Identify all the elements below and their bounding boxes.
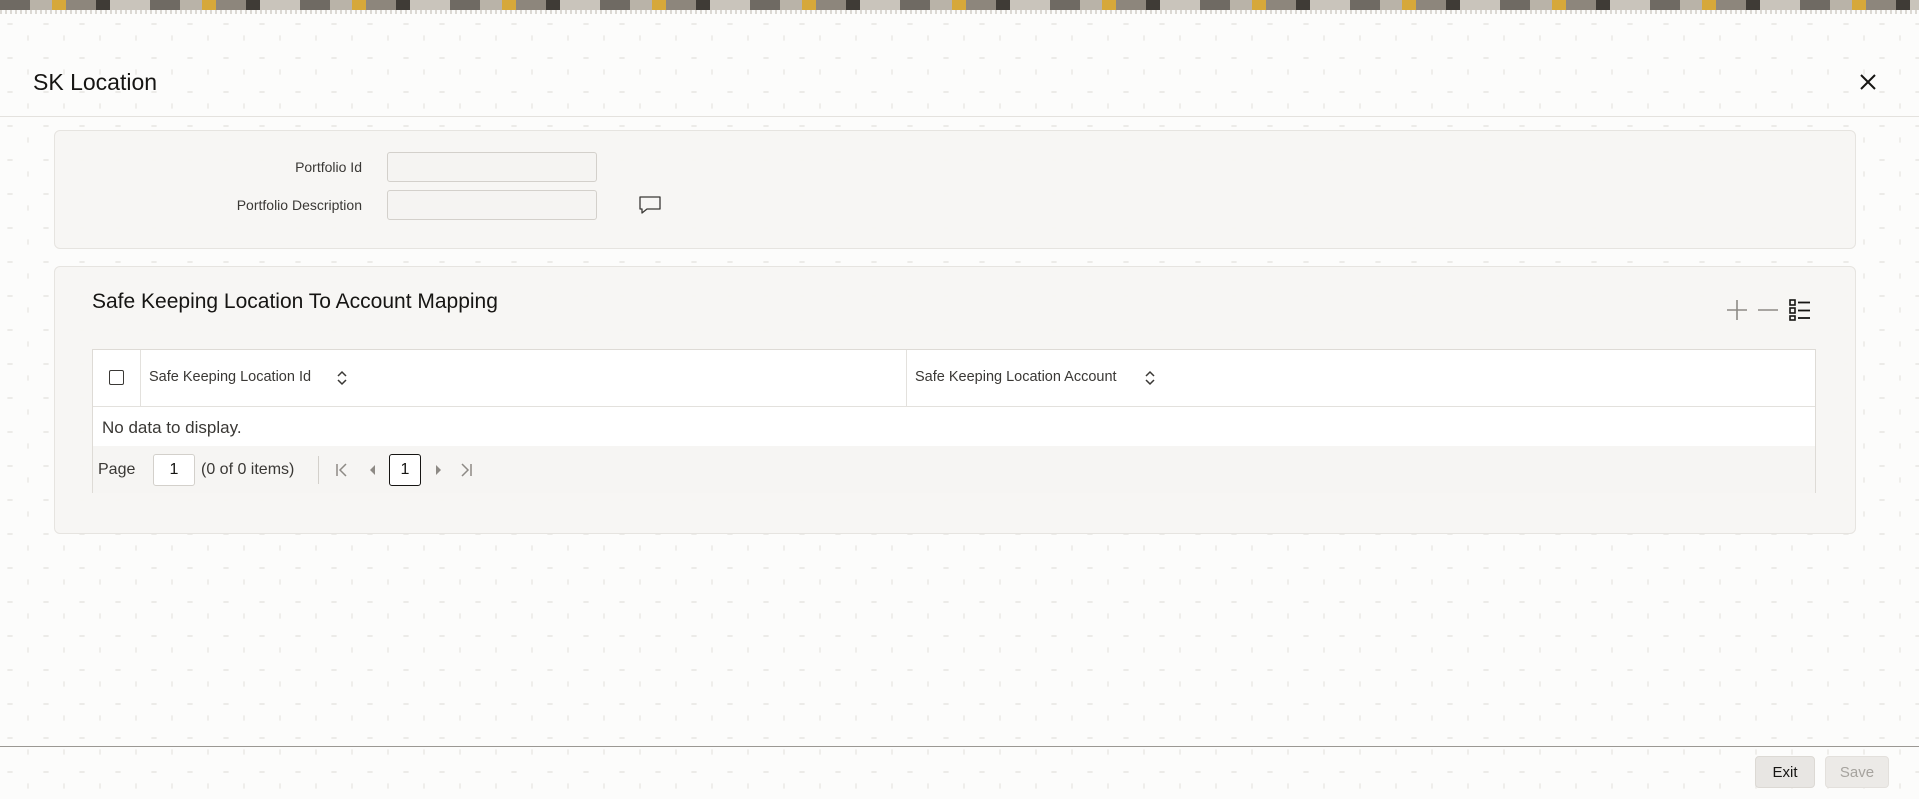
mapping-section-title: Safe Keeping Location To Account Mapping [92,290,498,313]
delete-row-button[interactable] [1755,297,1781,323]
top-banner [0,0,1919,14]
next-page-button[interactable] [430,460,448,480]
close-icon [1860,74,1876,90]
first-page-icon [336,463,347,477]
minus-icon [1758,309,1778,311]
column-header-location-account[interactable]: Safe Keeping Location Account [915,369,1117,385]
column-header-location-id[interactable]: Safe Keeping Location Id [149,369,311,385]
save-button[interactable]: Save [1825,756,1889,788]
next-page-icon [436,465,441,475]
last-page-button[interactable] [457,460,475,480]
portfolio-description-label: Portfolio Description [236,197,362,213]
select-all-checkbox[interactable] [109,370,124,385]
page-label: Page [98,461,136,478]
table-header: Safe Keeping Location Id Safe Keeping Lo… [93,350,1815,407]
page-number-input[interactable] [153,454,195,486]
title-separator [0,116,1919,117]
empty-table-message: No data to display. [102,418,242,437]
last-page-icon [461,463,472,477]
column-divider [140,350,141,406]
pagination-bar: Page (0 of 0 items) 1 [93,446,1815,493]
list-icon [1789,299,1810,321]
sort-icon[interactable] [1144,369,1156,387]
portfolio-panel [54,130,1856,249]
previous-page-button[interactable] [363,460,381,480]
portfolio-description-input[interactable] [387,190,597,220]
footer-separator [0,746,1919,747]
current-page-indicator[interactable]: 1 [389,454,421,486]
plus-icon [1727,300,1747,320]
portfolio-id-label: Portfolio Id [295,159,362,175]
items-count: (0 of 0 items) [201,461,295,478]
comment-icon[interactable] [639,196,661,214]
portfolio-id-input[interactable] [387,152,597,182]
exit-button[interactable]: Exit [1755,756,1815,788]
window-title: SK Location [33,69,158,95]
mapping-table: Safe Keeping Location Id Safe Keeping Lo… [92,349,1816,493]
first-page-button[interactable] [333,460,351,480]
view-details-button[interactable] [1787,297,1813,323]
column-divider [906,350,907,406]
add-row-button[interactable] [1724,297,1750,323]
sort-icon[interactable] [336,369,348,387]
close-button[interactable] [1856,70,1880,94]
prev-page-icon [370,465,375,475]
pager-divider [318,456,319,484]
